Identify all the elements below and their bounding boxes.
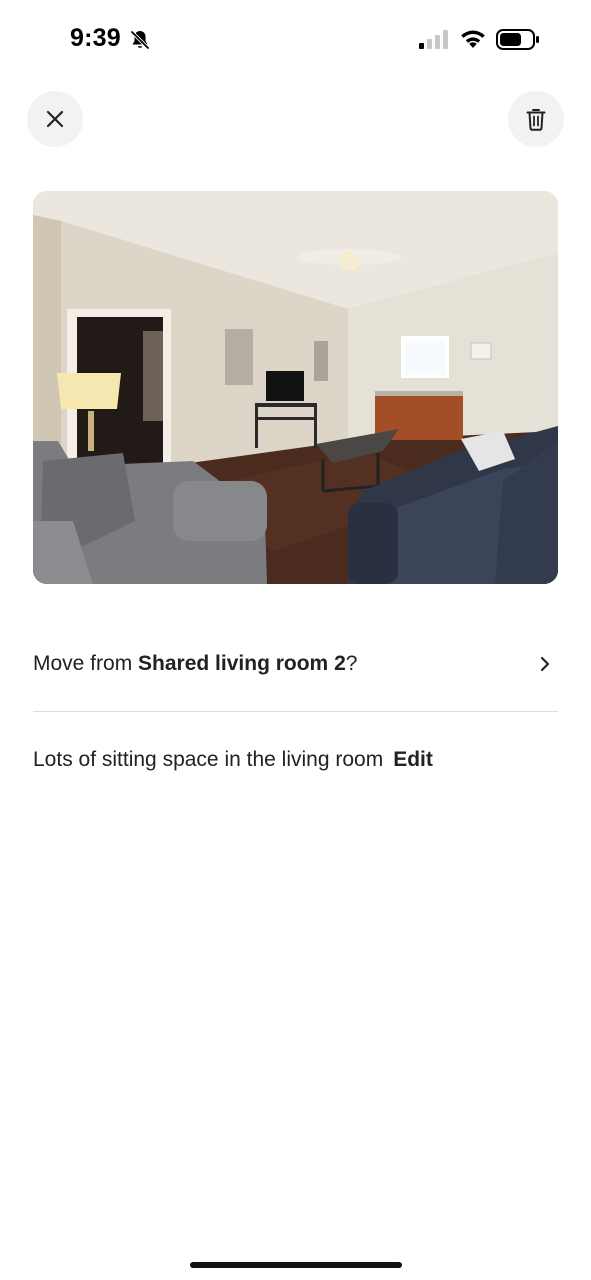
battery-icon — [496, 29, 539, 50]
home-indicator[interactable] — [190, 1262, 402, 1268]
move-photo-row[interactable]: Move from Shared living room 2? — [33, 640, 558, 688]
cellular-signal-icon — [419, 30, 448, 49]
move-prefix: Move from — [33, 652, 139, 675]
wifi-icon — [461, 30, 485, 48]
delete-button[interactable] — [508, 91, 564, 147]
trash-icon — [526, 109, 546, 131]
chevron-right-icon — [540, 656, 550, 672]
living-room-photo[interactable] — [33, 191, 558, 584]
close-button[interactable] — [27, 91, 83, 147]
edit-caption-button[interactable]: Edit — [393, 748, 433, 772]
status-bar: 9:39 — [0, 0, 591, 80]
divider — [33, 711, 558, 712]
bell-slash-icon — [130, 30, 150, 50]
photo-caption: Lots of sitting space in the living room — [33, 748, 384, 771]
move-suffix: ? — [345, 652, 358, 675]
close-icon — [46, 110, 64, 128]
room-name: Shared living room 2 — [138, 652, 346, 675]
status-time: 9:39 — [70, 24, 121, 52]
move-text: Move from Shared living room 2? — [33, 652, 357, 676]
caption-row: Lots of sitting space in the living room… — [33, 740, 433, 780]
